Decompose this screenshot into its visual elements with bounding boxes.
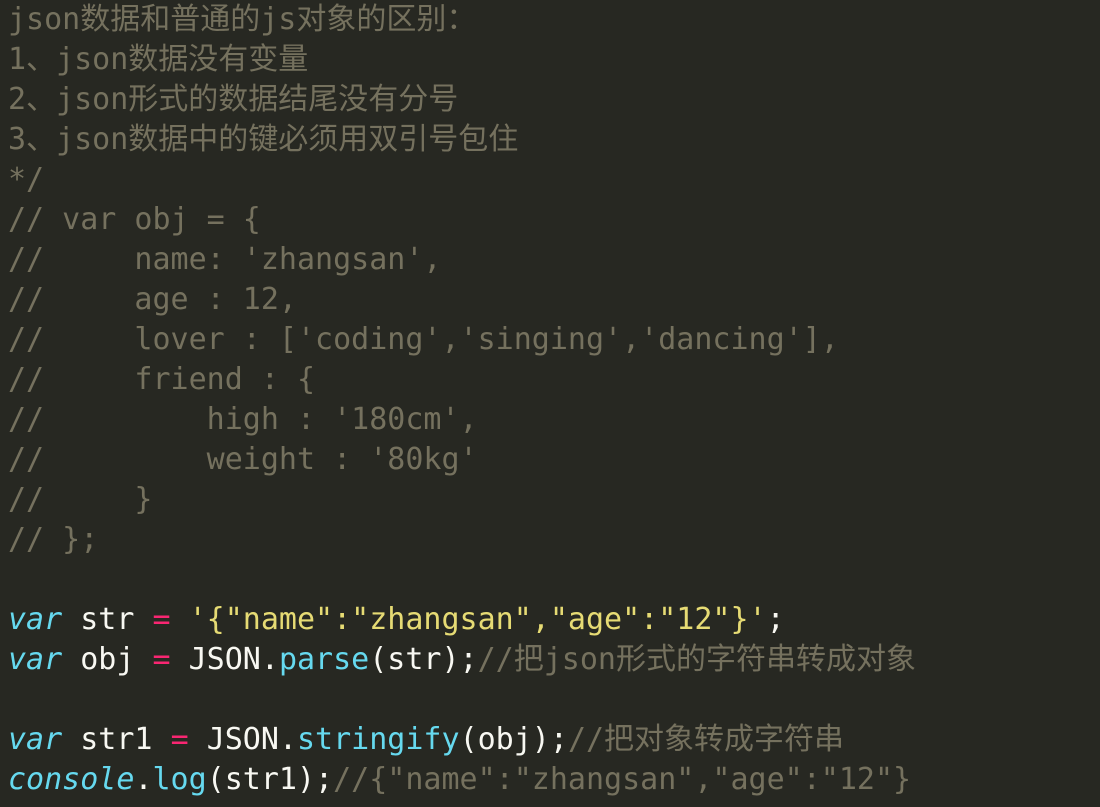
assign-operator: = bbox=[170, 722, 189, 757]
comment-line: json数据和普通的js对象的区别： bbox=[8, 2, 477, 37]
json-object: JSON bbox=[206, 722, 279, 757]
dot: . bbox=[260, 642, 279, 677]
keyword-var: var bbox=[8, 602, 63, 637]
inline-comment: //把json形式的字符串转成对象 bbox=[477, 642, 916, 677]
semicolon: ; bbox=[766, 602, 785, 637]
keyword-var: var bbox=[8, 722, 63, 757]
comment-line: */ bbox=[8, 162, 45, 197]
identifier: str bbox=[62, 602, 153, 637]
code-editor[interactable]: json数据和普通的js对象的区别： 1、json数据没有变量 2、json形式… bbox=[8, 0, 1100, 807]
identifier: obj bbox=[62, 642, 153, 677]
string-literal: '{"name":"zhangsan","age":"12"}' bbox=[188, 602, 767, 637]
method-name: parse bbox=[278, 642, 370, 677]
comment-line: 2、json形式的数据结尾没有分号 bbox=[8, 82, 459, 117]
console-object: console bbox=[8, 762, 135, 797]
dot: . bbox=[278, 722, 297, 757]
comment-line: // var obj = { bbox=[8, 202, 261, 237]
call-args: (str1); bbox=[206, 762, 334, 797]
comment-line: 1、json数据没有变量 bbox=[8, 42, 309, 77]
call-args: (str); bbox=[369, 642, 478, 677]
method-name: stringify bbox=[297, 722, 460, 757]
code-line-stringify: var str1 = JSON.stringify(obj);//把对象转成字符… bbox=[8, 720, 1100, 760]
code-line-str: var str = '{"name":"zhangsan","age":"12"… bbox=[8, 600, 1100, 640]
identifier: str1 bbox=[62, 722, 171, 757]
json-object: JSON bbox=[188, 642, 261, 677]
comment-line: // }; bbox=[8, 522, 99, 557]
call-args: (obj); bbox=[459, 722, 568, 757]
assign-operator: = bbox=[152, 642, 171, 677]
keyword-var: var bbox=[8, 642, 63, 677]
comment-line: 3、json数据中的键必须用双引号包住 bbox=[8, 122, 519, 157]
inline-comment: //把对象转成字符串 bbox=[567, 722, 845, 757]
comment-line: // weight : '80kg' bbox=[8, 442, 478, 477]
dot: . bbox=[134, 762, 153, 797]
code-line-parse: var obj = JSON.parse(str);//把json形式的字符串转… bbox=[8, 640, 1100, 680]
assign-operator: = bbox=[152, 602, 171, 637]
method-name: log bbox=[152, 762, 207, 797]
comment-line: // high : '180cm', bbox=[8, 402, 478, 437]
comment-line: // lover : ['coding','singing','dancing'… bbox=[8, 322, 839, 357]
comment-line: // name: 'zhangsan', bbox=[8, 242, 442, 277]
inline-comment: //{"name":"zhangsan","age":"12"} bbox=[333, 762, 912, 797]
code-line-log: console.log(str1);//{"name":"zhangsan","… bbox=[8, 760, 1100, 800]
comment-line: // age : 12, bbox=[8, 282, 297, 317]
comment-line: // friend : { bbox=[8, 362, 316, 397]
comment-line: // } bbox=[8, 482, 153, 517]
